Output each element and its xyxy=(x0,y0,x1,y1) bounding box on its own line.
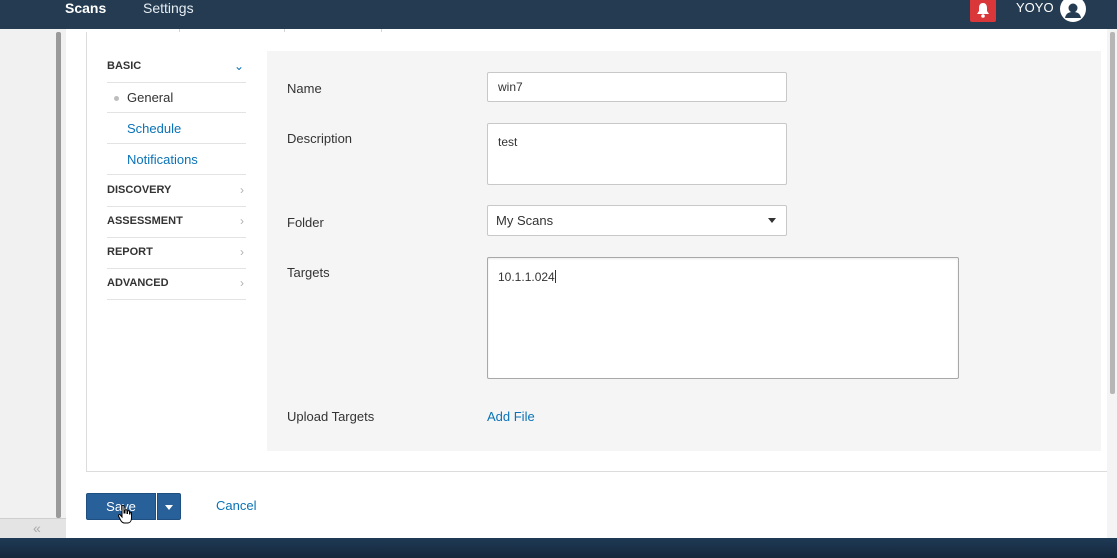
targets-textarea[interactable]: 10.1.1.024 xyxy=(487,257,959,379)
sidebar-section-label: ASSESSMENT xyxy=(107,215,183,227)
folder-label: Folder xyxy=(287,215,324,230)
hand-cursor-icon xyxy=(118,505,132,524)
chevron-right-icon: › xyxy=(240,276,244,290)
targets-label: Targets xyxy=(287,265,330,280)
folder-select[interactable]: My Scans xyxy=(487,205,787,236)
description-label: Description xyxy=(287,131,353,146)
nav-settings-link[interactable]: Settings xyxy=(143,0,194,18)
description-value: test xyxy=(498,135,518,149)
chevron-down-icon: ⌄ xyxy=(233,59,244,73)
sidebar-item-general[interactable]: General xyxy=(107,83,246,113)
user-icon xyxy=(1061,0,1085,21)
sidebar-item-label: Schedule xyxy=(127,121,182,136)
general-settings-form xyxy=(267,51,1101,451)
sidebar-item-schedule[interactable]: Schedule xyxy=(107,114,246,144)
save-options-dropdown[interactable] xyxy=(157,493,181,520)
bell-icon xyxy=(977,3,989,18)
nav-scans-link[interactable]: Scans xyxy=(65,0,106,18)
chevron-right-icon: › xyxy=(240,245,244,259)
user-avatar-button[interactable] xyxy=(1060,0,1086,22)
collapse-sidebar-icon[interactable]: « xyxy=(33,520,41,536)
targets-value: 10.1.1.024 xyxy=(498,270,555,284)
sidebar-item-notifications[interactable]: Notifications xyxy=(107,145,246,175)
notifications-button[interactable] xyxy=(970,0,996,22)
sidebar-section-discovery[interactable]: DISCOVERY › xyxy=(107,176,246,207)
upload-targets-label: Upload Targets xyxy=(287,409,375,424)
name-input[interactable]: win7 xyxy=(487,72,787,102)
folder-selected-value: My Scans xyxy=(496,213,554,228)
left-scrollbar[interactable] xyxy=(56,32,61,518)
sidebar-section-label: BASIC xyxy=(107,60,142,72)
name-label: Name xyxy=(287,81,322,96)
chevron-right-icon: › xyxy=(240,214,244,228)
sidebar-section-label: DISCOVERY xyxy=(107,184,172,196)
sidebar-item-label: Notifications xyxy=(127,152,198,167)
description-textarea[interactable]: test xyxy=(487,123,787,185)
chevron-right-icon: › xyxy=(240,183,244,197)
text-cursor xyxy=(554,270,556,283)
sidebar-section-basic[interactable]: BASIC ⌄ xyxy=(107,52,246,83)
sidebar-section-assessment[interactable]: ASSESSMENT › xyxy=(107,207,246,238)
sidebar-section-advanced[interactable]: ADVANCED › xyxy=(107,269,246,300)
top-nav-bar: Scans Settings YOYO xyxy=(0,0,1117,29)
add-file-link[interactable]: Add File xyxy=(487,409,535,424)
username-label[interactable]: YOYO xyxy=(1016,0,1054,16)
sidebar-section-label: ADVANCED xyxy=(107,277,169,289)
sidebar-item-label: General xyxy=(127,90,174,105)
caret-down-icon xyxy=(768,218,776,223)
name-input-value: win7 xyxy=(498,80,523,94)
sidebar-section-label: REPORT xyxy=(107,246,153,258)
active-bullet-icon xyxy=(114,96,119,101)
cancel-link[interactable]: Cancel xyxy=(216,498,256,513)
caret-down-icon xyxy=(165,505,173,510)
sidebar-section-report[interactable]: REPORT › xyxy=(107,238,246,269)
right-scrollbar-thumb[interactable] xyxy=(1110,32,1115,394)
os-taskbar xyxy=(0,538,1117,558)
